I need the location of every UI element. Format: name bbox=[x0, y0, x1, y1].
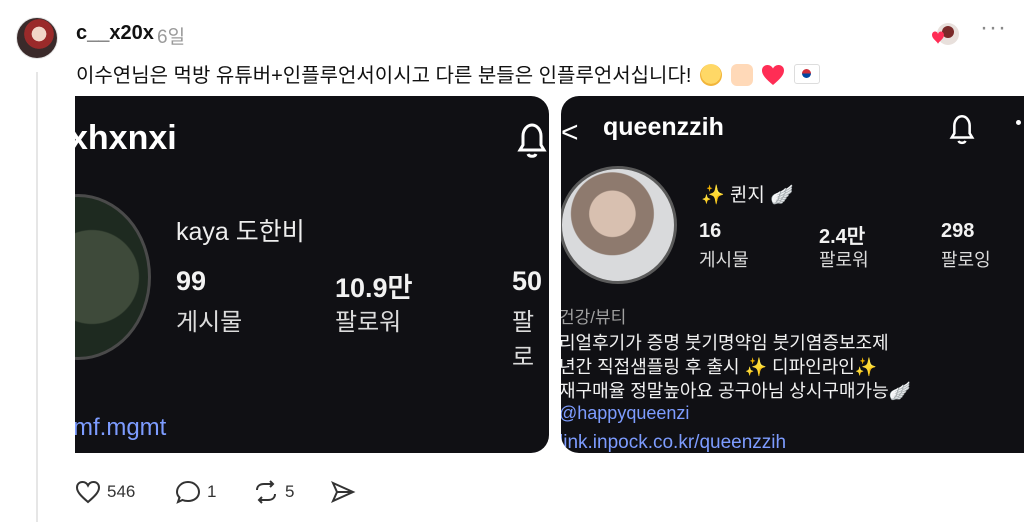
post-text: 이수연님은 먹방 유튜버+인플루언서이시고 다른 분들은 인플루언서십니다! bbox=[76, 59, 820, 88]
like-count: 546 bbox=[107, 482, 136, 501]
author-username[interactable]: c__x20x bbox=[76, 22, 154, 45]
card2-bio-line: 재구매율 정말높아요 공구아님 상시구매가능🪽 bbox=[561, 381, 912, 401]
card2-posts-count: 16 bbox=[699, 220, 722, 242]
repost-icon bbox=[256, 480, 276, 504]
card1-profile-image bbox=[75, 194, 151, 360]
card2-link: link.inpock.co.kr/queenzzih bbox=[561, 432, 787, 453]
card1-link: mf.mgmt bbox=[75, 414, 167, 441]
card2-bio-line: 년간 직접샘플링 후 출시 ✨ 디파인라인✨ bbox=[561, 357, 878, 377]
card1-posts-count: 99 bbox=[176, 266, 207, 296]
korea-flag-icon bbox=[793, 64, 820, 84]
image-card-1[interactable]: xhxnxi kaya 도한비 99 게시물 10.9만 팔로워 50 팔로 m… bbox=[75, 96, 549, 453]
reply-count: 1 bbox=[207, 482, 217, 501]
author-avatar[interactable] bbox=[16, 17, 58, 59]
image-card-2[interactable]: < queenzzih ✨ 퀸지 🪽 16 게시물 2.4만 팔로워 298 팔… bbox=[561, 96, 1024, 453]
card1-following-label: 팔로 bbox=[512, 309, 535, 371]
post-time: 6일 bbox=[157, 27, 186, 48]
bell-icon bbox=[515, 120, 549, 165]
send-icon bbox=[331, 481, 356, 503]
bell-icon bbox=[947, 112, 977, 151]
heart-hands-icon bbox=[730, 64, 753, 86]
share-button[interactable] bbox=[330, 480, 362, 504]
repost-button[interactable]: 5 bbox=[253, 480, 294, 504]
card2-mention: @happyqueenzi bbox=[561, 403, 690, 423]
red-heart-icon bbox=[761, 64, 785, 86]
card2-following-label: 팔로잉 bbox=[941, 250, 991, 270]
heart-icon bbox=[75, 480, 101, 504]
card2-handle: queenzzih bbox=[603, 113, 724, 141]
card1-display-name: kaya 도한비 bbox=[176, 218, 305, 246]
back-chevron-icon: < bbox=[561, 116, 579, 149]
card2-posts-label: 게시물 bbox=[699, 250, 749, 270]
card1-followers-label: 팔로워 bbox=[335, 309, 402, 336]
thread-line bbox=[36, 72, 38, 522]
card2-followers-count: 2.4만 bbox=[819, 226, 866, 248]
more-options-icon[interactable]: ··· bbox=[980, 14, 1007, 42]
reaction-avatar-icon[interactable] bbox=[928, 20, 962, 50]
reply-button[interactable]: 1 bbox=[175, 480, 216, 504]
card2-followers-label: 팔로워 bbox=[819, 250, 869, 270]
card2-profile-image bbox=[561, 166, 677, 284]
card2-bio-line: 리얼후기가 증명 붓기명약임 붓기염증보조제 bbox=[561, 333, 889, 353]
card1-handle: xhxnxi bbox=[75, 119, 177, 157]
pleading-face-icon bbox=[699, 64, 722, 86]
card2-following-count: 298 bbox=[941, 220, 975, 242]
card2-category: 건강/뷰티 bbox=[561, 308, 627, 327]
post-text-body: 이수연님은 먹방 유튜버+인플루언서이시고 다른 분들은 인플루언서십니다! bbox=[76, 65, 692, 87]
comment-icon bbox=[175, 480, 201, 504]
repost-count: 5 bbox=[285, 482, 295, 501]
more-dot-icon bbox=[1016, 120, 1021, 125]
card1-followers-count: 10.9만 bbox=[335, 273, 413, 303]
card1-posts-label: 게시물 bbox=[176, 309, 243, 336]
like-button[interactable]: 546 bbox=[75, 480, 135, 504]
card2-display-name: ✨ 퀸지 🪽 bbox=[701, 185, 794, 206]
card1-following-count: 50 bbox=[512, 266, 543, 296]
